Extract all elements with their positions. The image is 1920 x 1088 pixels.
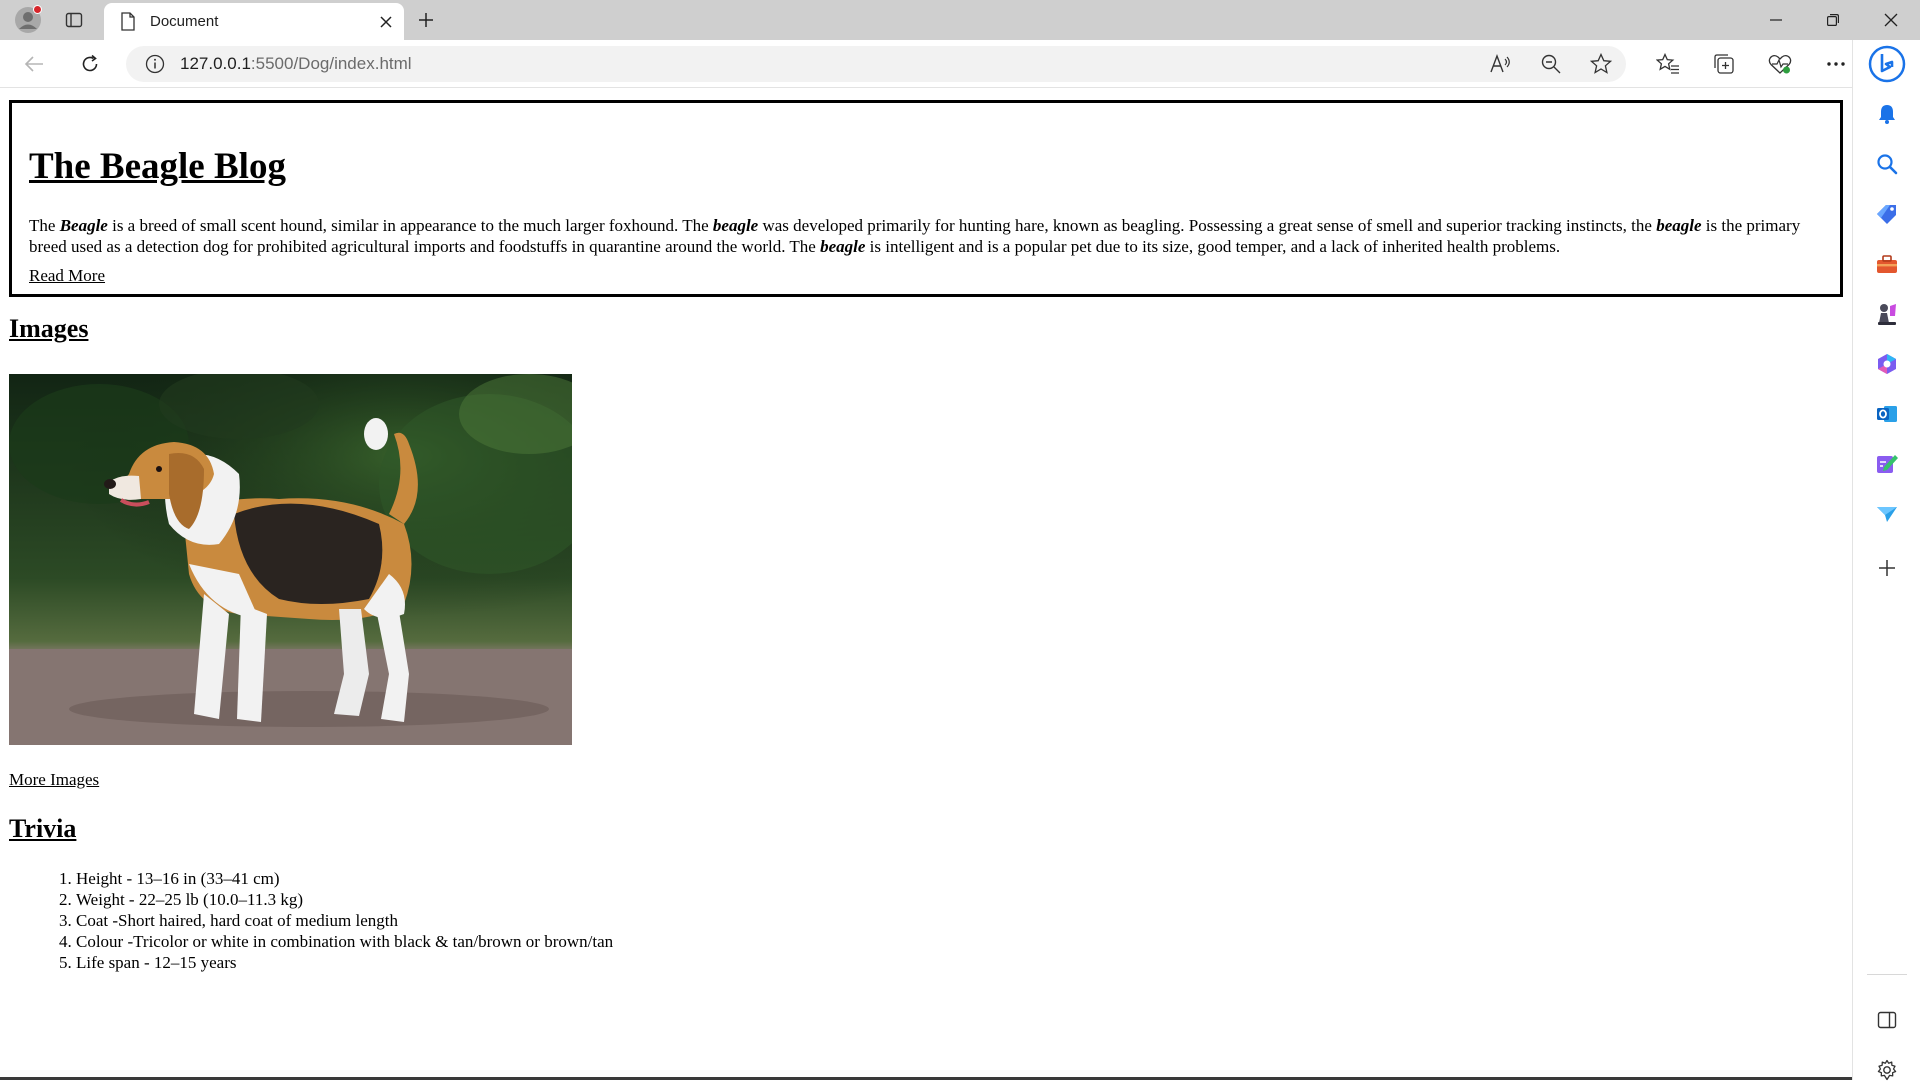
sidebar-divider <box>1867 974 1907 975</box>
search-icon <box>1877 154 1898 175</box>
blog-header: The Beagle Blog The Beagle is a breed of… <box>9 100 1843 297</box>
favorites-icon[interactable] <box>1640 48 1696 80</box>
sidebar-copilot[interactable] <box>1867 346 1907 382</box>
edge-sidebar <box>1852 40 1920 1081</box>
intro-text: The <box>29 216 60 235</box>
plus-icon <box>1879 560 1895 576</box>
trivia-list: Height - 13–16 in (33–41 cm) Weight - 22… <box>9 868 613 973</box>
intro-emphasis: beagle <box>820 237 866 256</box>
images-heading: Images <box>9 314 89 343</box>
sidebar-add-button[interactable] <box>1867 550 1907 586</box>
url-text[interactable]: 127.0.0.1:5500/Dog/index.html <box>180 54 412 74</box>
page-title: The Beagle Blog <box>29 146 286 187</box>
read-aloud-icon[interactable] <box>1476 46 1526 82</box>
tab-actions-icon <box>65 12 83 28</box>
plus-icon <box>419 13 433 27</box>
restore-icon <box>1827 14 1839 26</box>
bing-icon <box>1868 45 1906 83</box>
designer-pen-icon <box>1877 455 1898 473</box>
minimize-button[interactable] <box>1753 0 1799 40</box>
refresh-button[interactable] <box>72 48 108 80</box>
sidebar-designer[interactable] <box>1867 446 1907 482</box>
sidebar-shopping[interactable] <box>1867 196 1907 232</box>
outlook-icon <box>1877 406 1897 422</box>
web-page: The Beagle Blog The Beagle is a breed of… <box>0 89 1852 1077</box>
intro-text: is a breed of small scent hound, similar… <box>107 216 713 235</box>
sidebar-search[interactable] <box>1867 146 1907 182</box>
intro-paragraph: The Beagle is a breed of small scent hou… <box>29 215 1829 257</box>
paper-plane-icon <box>1877 507 1897 522</box>
bing-copilot-button[interactable] <box>1867 42 1907 86</box>
document-icon <box>120 12 140 32</box>
sidebar-outlook[interactable] <box>1867 396 1907 432</box>
sidebar-toggle-icon <box>1877 1011 1897 1029</box>
close-window-button[interactable] <box>1868 0 1914 40</box>
tab-bar: Document <box>0 0 1920 40</box>
tab-document[interactable]: Document <box>104 3 404 40</box>
sidebar-tools[interactable] <box>1867 246 1907 282</box>
browser-toolbar: 127.0.0.1:5500/Dog/index.html <box>0 40 1920 88</box>
tab-actions-button[interactable] <box>58 6 90 34</box>
shopping-tag-icon <box>1877 205 1896 224</box>
beagle-photo <box>9 374 572 745</box>
zoom-out-icon[interactable] <box>1526 46 1576 82</box>
refresh-icon <box>82 54 98 72</box>
tab-title: Document <box>150 13 219 30</box>
gear-icon <box>1877 1059 1897 1081</box>
read-more-link[interactable]: Read More <box>29 266 105 286</box>
copilot-icon <box>1878 354 1896 374</box>
trivia-heading: Trivia <box>9 814 77 843</box>
url-host: 127.0.0.1 <box>180 54 251 73</box>
sidebar-games[interactable] <box>1867 296 1907 332</box>
bell-icon <box>1879 105 1895 124</box>
close-icon <box>1884 13 1898 27</box>
notification-dot <box>33 5 42 14</box>
back-button[interactable] <box>16 48 52 80</box>
toolbox-icon <box>1877 255 1897 273</box>
info-icon[interactable] <box>144 53 166 75</box>
favorite-star-icon[interactable] <box>1576 46 1626 82</box>
intro-text: was developed primarily for hunting hare… <box>758 216 1657 235</box>
arrow-left-icon <box>24 56 43 72</box>
close-tab-icon[interactable] <box>372 8 400 36</box>
address-bar[interactable]: 127.0.0.1:5500/Dog/index.html <box>126 46 1626 82</box>
sidebar-settings[interactable] <box>1867 1052 1907 1088</box>
sidebar-drop[interactable] <box>1867 496 1907 532</box>
intro-emphasis: beagle <box>712 216 759 235</box>
collections-icon[interactable] <box>1696 48 1752 80</box>
restore-button[interactable] <box>1810 0 1856 40</box>
trivia-item: Weight - 22–25 lb (10.0–11.3 kg) <box>76 889 613 910</box>
more-images-link[interactable]: More Images <box>9 770 99 790</box>
browser-essentials-icon[interactable] <box>1752 48 1808 80</box>
minimize-icon <box>1770 19 1782 21</box>
new-tab-button[interactable] <box>411 6 441 34</box>
trivia-item: Height - 13–16 in (33–41 cm) <box>76 868 613 889</box>
url-path: :5500/Dog/index.html <box>250 54 412 73</box>
sidebar-notifications[interactable] <box>1867 96 1907 132</box>
trivia-item: Coat -Short haired, hard coat of medium … <box>76 910 613 931</box>
chess-piece-icon <box>1878 304 1896 325</box>
sidebar-hide-button[interactable] <box>1867 1002 1907 1038</box>
intro-emphasis: beagle <box>1656 216 1702 235</box>
intro-text: is intelligent and is a popular pet due … <box>865 237 1561 256</box>
trivia-item: Life span - 12–15 years <box>76 952 613 973</box>
intro-emphasis: Beagle <box>59 216 108 235</box>
trivia-item: Colour -Tricolor or white in combination… <box>76 931 613 952</box>
